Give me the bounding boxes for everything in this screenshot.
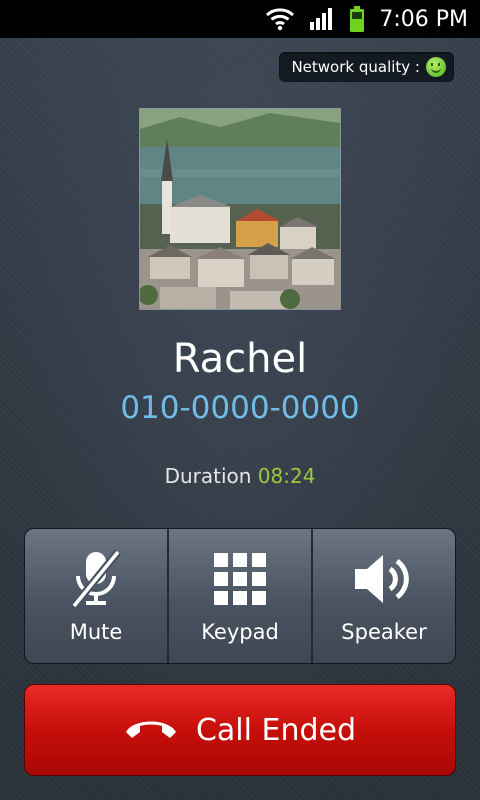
end-call-label: Call Ended [195, 712, 357, 748]
hang-up-icon [124, 716, 178, 744]
status-time: 7:06 PM [379, 6, 468, 32]
network-quality-indicator: Network quality : [279, 52, 454, 82]
contact-number: 010-0000-0000 [120, 390, 360, 426]
end-call-button[interactable]: Call Ended [24, 684, 456, 776]
call-action-row: Mute Keypad Speaker [24, 528, 456, 664]
call-duration: Duration 08:24 [0, 464, 480, 488]
contact-name: Rachel [172, 336, 308, 382]
microphone-muted-icon [64, 548, 128, 610]
speaker-icon [352, 548, 416, 610]
smiley-icon [426, 57, 446, 77]
status-bar: 7:06 PM [0, 0, 480, 38]
landscape-photo-icon [140, 109, 340, 309]
wifi-icon [265, 7, 295, 31]
keypad-label: Keypad [201, 620, 279, 644]
call-screen: 7:06 PM Network quality : Rachel 010-000… [0, 0, 480, 800]
speaker-label: Speaker [341, 620, 427, 644]
keypad-grid-icon [208, 548, 272, 610]
network-quality-label: Network quality : [291, 58, 420, 76]
signal-icon [309, 8, 335, 30]
duration-label: Duration [164, 464, 252, 488]
mute-label: Mute [69, 620, 123, 644]
keypad-button[interactable]: Keypad [167, 529, 311, 663]
contact-photo [139, 108, 341, 310]
speaker-button[interactable]: Speaker [311, 529, 455, 663]
duration-value: 08:24 [257, 464, 316, 488]
mute-button[interactable]: Mute [25, 529, 167, 663]
battery-icon [349, 6, 365, 32]
